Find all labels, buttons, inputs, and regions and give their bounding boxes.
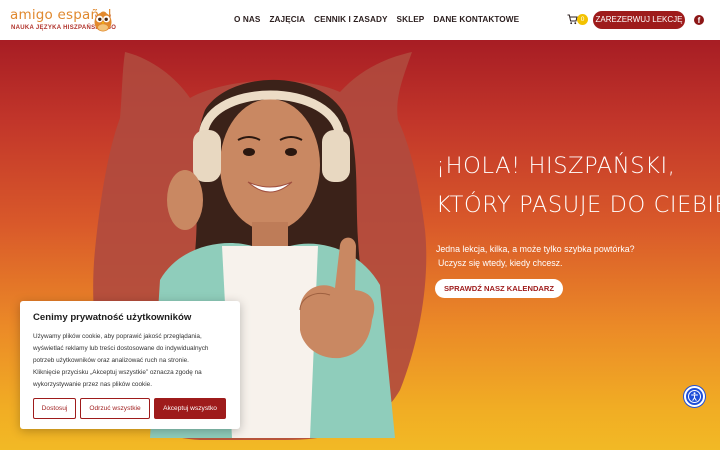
site-header: amigo español NAUKA JĘZYKA HISZPAŃSKIEGO… <box>0 0 720 40</box>
main-nav: O NAS ZAJĘCIA CENNIK I ZASADY SKLEP DANE… <box>234 15 519 24</box>
cart-button[interactable]: 0 <box>567 13 589 27</box>
hero-title-line-1: ¡HOLA! HISZPAŃSKI, <box>436 153 676 179</box>
cookie-customize-button[interactable]: Dostosuj <box>33 398 76 419</box>
accessibility-icon <box>688 390 701 403</box>
cookie-text-line: Używamy plików cookie, aby poprawić jako… <box>33 333 202 340</box>
hero-title-line-2: KTÓRY PASUJE DO CIEBIE <box>436 192 720 218</box>
facebook-icon[interactable]: f <box>694 15 704 25</box>
nav-item-sklep[interactable]: SKLEP <box>397 15 425 24</box>
nav-item-kontakt[interactable]: DANE KONTAKTOWE <box>433 15 519 24</box>
owl-icon <box>94 12 112 32</box>
hero-title: ¡HOLA! HISZPAŃSKI, KTÓRY PASUJE DO CIEBI… <box>436 147 720 225</box>
cookie-consent-banner: Cenimy prywatność użytkowników Używamy p… <box>20 301 240 429</box>
accessibility-button[interactable] <box>684 386 705 407</box>
nav-item-zajecia[interactable]: ZAJĘCIA <box>269 15 305 24</box>
check-calendar-button[interactable]: SPRAWDŹ NASZ KALENDARZ <box>435 279 563 298</box>
cookie-description: Używamy plików cookie, aby poprawić jako… <box>33 331 233 391</box>
cookie-reject-all-button[interactable]: Odrzuć wszystkie <box>80 398 150 419</box>
hero-subtitle-line-1: Jedna lekcja, kilka, a może tylko szybka… <box>436 244 635 254</box>
cookie-text-line: wykorzystywanie przez nas plików cookie. <box>33 381 152 388</box>
hero-subtitle: Jedna lekcja, kilka, a może tylko szybka… <box>436 242 686 270</box>
cookie-text-line: potrzeb użytkowników oraz analizować ruc… <box>33 357 189 364</box>
cart-count-badge: 0 <box>577 14 588 25</box>
cookie-text-line: Kliknięcie przycisku „Akceptuj wszystkie… <box>33 369 202 376</box>
logo[interactable]: amigo español NAUKA JĘZYKA HISZPAŃSKIEGO <box>10 6 120 36</box>
cookie-title: Cenimy prywatność użytkowników <box>33 312 192 323</box>
nav-item-cennik[interactable]: CENNIK I ZASADY <box>314 15 387 24</box>
cookie-text-line: wyświetlać reklamy lub treści dostosowan… <box>33 345 209 352</box>
cookie-accept-all-button[interactable]: Akceptuj wszystko <box>154 398 226 419</box>
reserve-lesson-button[interactable]: ZAREZERWUJ LEKCJĘ <box>593 11 685 29</box>
hero-subtitle-line-2: Uczysz się wtedy, kiedy chcesz. <box>438 258 563 268</box>
nav-item-o-nas[interactable]: O NAS <box>234 15 260 24</box>
